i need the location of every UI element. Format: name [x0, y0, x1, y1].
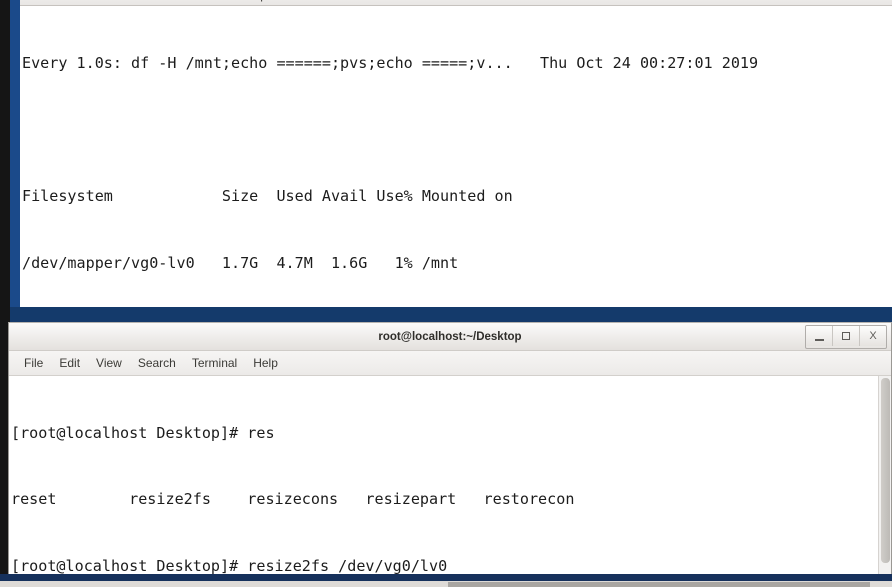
- watch-output-line: /dev/mapper/vg0-lv0 1.7G 4.7M 1.6G 1% /m…: [22, 254, 459, 273]
- watch-terminal-window[interactable]: File Edit View Search Terminal Help Every 1.0…: [10, 0, 892, 311]
- watch-menu-help[interactable]: Help: [242, 0, 267, 2]
- maximize-button[interactable]: [833, 326, 860, 346]
- watch-menu-edit[interactable]: Edit: [60, 0, 81, 2]
- watch-blank-line: [22, 118, 892, 140]
- terminal-output-line: [root@localhost Desktop]# res: [11, 423, 275, 442]
- close-button[interactable]: X: [860, 326, 886, 346]
- watch-header-line: Every 1.0s: df -H /mnt;echo ======;pvs;e…: [22, 52, 892, 74]
- watch-menu-terminal[interactable]: Terminal: [184, 0, 229, 2]
- terminal-output-line: reset resize2fs resizecons resizepart re…: [11, 490, 575, 509]
- maximize-icon: [842, 332, 850, 340]
- desktop-screen: FileEditViewSearchTerminalHelp Every 1.0…: [0, 0, 892, 587]
- terminal-title: root@localhost:~/Desktop: [378, 330, 522, 343]
- watch-menu-view[interactable]: View: [94, 0, 120, 2]
- minimize-button[interactable]: [806, 326, 833, 346]
- watch-header-timestamp: Thu Oct 24 00:27:01 2019: [539, 53, 759, 72]
- terminal-scrollbar[interactable]: [878, 376, 891, 574]
- menu-edit[interactable]: Edit: [52, 355, 87, 371]
- menu-help[interactable]: Help: [246, 355, 285, 371]
- menu-view[interactable]: View: [89, 355, 129, 371]
- menu-search[interactable]: Search: [131, 355, 183, 371]
- watch-menu-file[interactable]: File: [28, 0, 47, 2]
- watch-header-left: Every 1.0s: df -H /mnt;echo ======;pvs;e…: [22, 53, 513, 72]
- watch-output-line: Filesystem Size Used Avail Use% Mounted …: [22, 187, 513, 206]
- watch-header-gap: [513, 52, 540, 74]
- terminal-window[interactable]: root@localhost:~/Desktop X File Edit Vie…: [8, 322, 892, 575]
- watch-menu-search[interactable]: Search: [133, 0, 171, 2]
- taskbar-window-button[interactable]: [448, 582, 870, 587]
- menu-file[interactable]: File: [17, 355, 50, 371]
- minimize-icon: [814, 338, 824, 341]
- watch-terminal-output[interactable]: Every 1.0s: df -H /mnt;echo ======;pvs;e…: [20, 6, 892, 307]
- taskbar-background: [0, 574, 892, 581]
- terminal-titlebar[interactable]: root@localhost:~/Desktop X: [9, 323, 891, 351]
- terminal-output-line: [root@localhost Desktop]# resize2fs /dev…: [11, 557, 448, 575]
- window-controls[interactable]: X: [805, 325, 887, 349]
- terminal-output[interactable]: [root@localhost Desktop]# res reset resi…: [9, 376, 891, 575]
- close-icon: X: [869, 330, 877, 342]
- terminal-menubar[interactable]: File Edit View Search Terminal Help: [9, 351, 891, 376]
- menu-terminal[interactable]: Terminal: [185, 355, 244, 371]
- terminal-scrollbar-thumb[interactable]: [881, 378, 890, 563]
- window-separator-bar: [10, 307, 892, 322]
